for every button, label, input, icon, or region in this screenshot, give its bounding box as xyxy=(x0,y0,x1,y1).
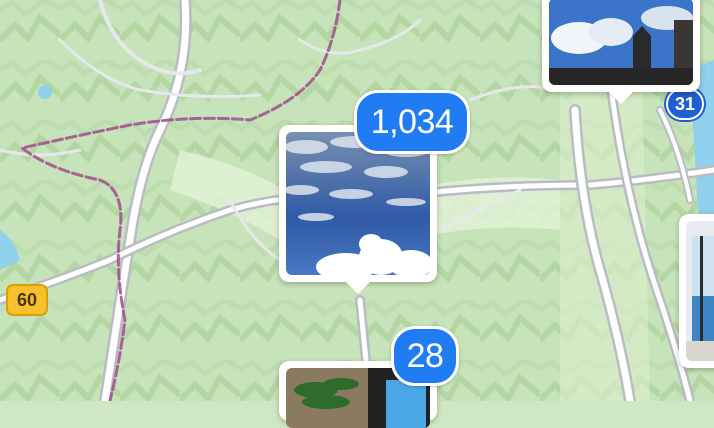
route-shield-60: 60 xyxy=(6,284,48,316)
water-area xyxy=(38,85,52,99)
photo-thumbnail-sea-view xyxy=(686,221,714,361)
photo-pin-sea-view[interactable] xyxy=(679,214,714,368)
photo-count-badge[interactable]: 28 xyxy=(391,326,459,386)
photo-count-badge[interactable]: 1,034 xyxy=(354,90,470,154)
photo-pin-castle[interactable] xyxy=(542,0,700,104)
route-shield-31: 31 xyxy=(666,88,704,120)
photo-thumbnail-castle xyxy=(549,0,693,85)
